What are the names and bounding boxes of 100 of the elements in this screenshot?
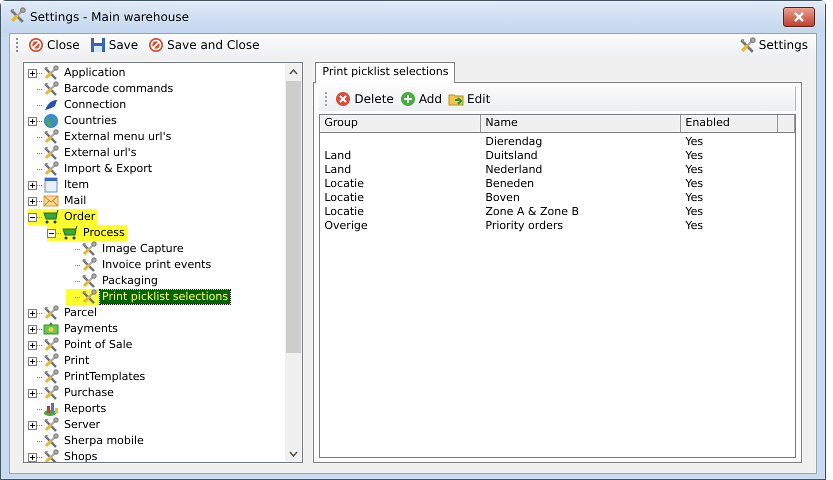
tools-icon [43,305,59,321]
expand-toggle[interactable] [28,180,37,190]
tree-item[interactable]: Image Capture [100,242,186,256]
tree-item[interactable]: PrintTemplates [62,370,148,384]
tree-item[interactable]: Mail [62,194,88,208]
table-cell-text: Duitsland [484,149,539,163]
tree-item[interactable]: Invoice print events [100,258,214,272]
tools-icon [43,65,59,81]
table-cell-text: Land [323,163,352,177]
tools-icon [43,161,59,177]
tree-item[interactable]: Print picklist selections [100,290,230,304]
tree-item[interactable]: Sherpa mobile [62,434,146,448]
no-entry-icon [148,37,164,53]
tree-item[interactable]: Item [62,178,92,192]
tree-item[interactable]: Reports [62,402,108,416]
table-cell-text: Yes [684,135,704,149]
tree-item[interactable]: Import & Export [62,162,154,176]
table-cell-text: Priority orders [484,219,564,233]
column-header[interactable]: Enabled [681,115,778,132]
table-cell-text: Overige [323,219,369,233]
expand-toggle[interactable] [28,420,37,430]
expand-toggle[interactable] [28,388,37,398]
add-button[interactable]: Add [400,91,442,107]
column-header[interactable]: Group [320,115,482,132]
tools-icon [81,257,97,273]
tree-item[interactable]: Countries [62,114,119,128]
tree-item[interactable]: Print [62,354,92,368]
tools-icon [9,7,26,24]
tree-item[interactable]: Connection [62,98,128,112]
tree-item[interactable]: Point of Sale [62,338,134,352]
table-cell-text: Yes [684,177,704,191]
table-cell-text: Boven [484,191,521,205]
tools-icon [738,36,756,54]
tree-item[interactable]: Application [62,66,128,80]
table-cell-text: Yes [684,163,704,177]
tools-icon [81,289,97,305]
close-button[interactable]: Close [26,36,82,54]
scrollbar-thumb[interactable] [286,81,302,353]
tree-item[interactable]: Server [62,418,102,432]
cart-icon [62,225,78,241]
save-button[interactable]: Save [88,36,140,54]
close-button[interactable] [783,7,815,27]
tools-icon [43,81,59,97]
tab[interactable]: Print picklist selections [315,62,456,83]
tree-item[interactable]: Process [81,226,127,240]
window-title: Settings - Main warehouse [30,10,190,24]
close-button[interactable]: Save and Close [146,36,262,54]
tree-item[interactable]: Barcode commands [62,82,176,96]
tools-icon [81,273,97,289]
money-icon [43,321,59,337]
table-cell-text: Yes [684,149,704,163]
add-icon [400,91,416,107]
tools-icon [43,353,59,369]
delete-button[interactable]: Delete [335,91,394,107]
expand-toggle[interactable] [28,308,37,318]
tools-icon [43,369,59,385]
expand-toggle[interactable] [28,340,37,350]
expand-toggle[interactable] [28,356,37,366]
chart-icon [43,401,59,417]
table-cell-text: Zone A & Zone B [484,205,580,219]
expand-toggle[interactable] [28,68,37,78]
tree-item[interactable]: Payments [62,322,120,336]
scrollbar[interactable] [285,63,302,462]
tree-item[interactable]: External url's [62,146,138,160]
tools-icon [81,241,97,257]
tools-icon [43,417,59,433]
collapse-toggle[interactable] [28,212,37,222]
tree-item[interactable]: Shops [62,450,100,462]
table-cell-text: Yes [684,191,704,205]
delete-icon [335,91,352,107]
expand-toggle[interactable] [28,196,37,206]
edit-button[interactable]: Edit [448,91,490,107]
table-cell-text: Locatie [323,177,365,191]
envelope-icon [43,193,59,209]
expand-toggle[interactable] [28,324,37,334]
scroll-down-icon [289,450,298,456]
table-cell-text: Locatie [323,191,365,205]
globe-icon [43,113,59,129]
table-cell-text: Land [323,149,352,163]
expand-toggle[interactable] [28,116,37,126]
tree-item[interactable]: External menu url's [62,130,174,144]
tree-item[interactable]: Packaging [100,274,160,288]
collapse-toggle[interactable] [47,228,56,238]
close-icon [793,12,805,22]
tools-icon [43,337,59,353]
expand-toggle[interactable] [28,452,37,462]
tree-item[interactable]: Purchase [62,386,116,400]
tools-icon [43,433,59,449]
tree-item[interactable]: Order [62,210,98,224]
table-cell-text: Locatie [323,205,365,219]
tools-icon [43,145,59,161]
table-cell-text: Nederland [484,163,544,177]
tools-icon [43,129,59,145]
settings-button[interactable]: Settings [736,36,810,54]
table-cell-text: Yes [684,205,704,219]
tree-item[interactable]: Parcel [62,306,100,320]
column-header[interactable]: Name [481,115,682,132]
cart-icon [43,209,59,225]
scroll-up-icon [289,68,298,74]
window-icon [43,177,59,193]
